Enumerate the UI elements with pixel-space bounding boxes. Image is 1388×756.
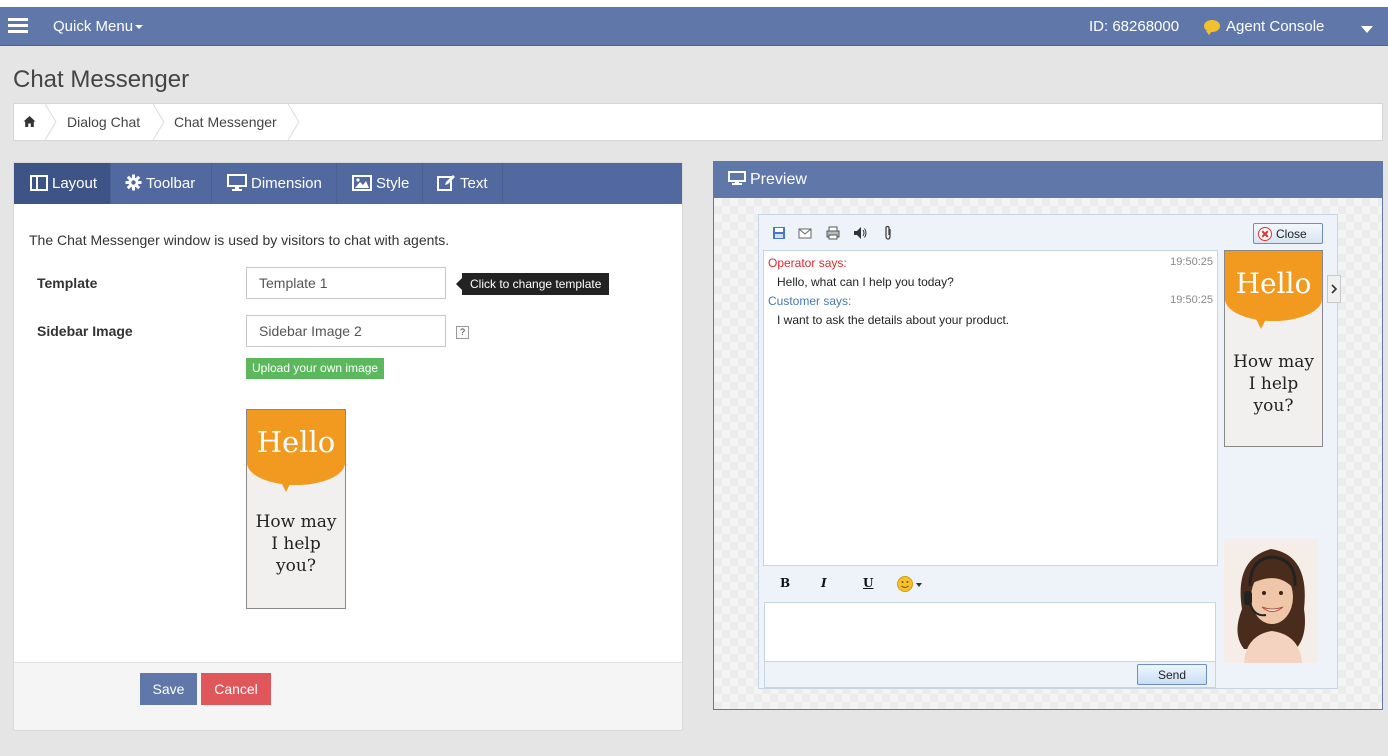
hello-line-3: you? [276,556,316,577]
operator-name: Operator says: [768,256,847,270]
preview-title: Preview [750,171,807,188]
tab-dimension-label: Dimension [251,175,322,192]
format-toolbar: B I U [763,572,1218,600]
breadcrumb-separator [45,104,57,140]
bold-button[interactable]: B [780,576,790,590]
message-time: 19:50:25 [1170,294,1213,306]
hello-line-1: How may [1233,352,1314,372]
top-strip [0,0,1388,7]
tab-toolbar[interactable]: Toolbar [111,163,212,204]
template-label: Template [37,275,98,291]
speech-tail [281,482,291,492]
message-input[interactable]: Send [764,602,1216,688]
hello-line-1: How may [255,512,337,532]
agent-avatar-icon [1224,539,1318,663]
send-button[interactable]: Send [1137,664,1207,685]
breadcrumb-separator [153,104,165,140]
template-field[interactable] [246,267,446,299]
email-icon[interactable] [797,225,813,241]
sidebar-toggle[interactable] [1327,275,1341,303]
agent-console-label: Agent Console [1226,18,1325,35]
form-footer: Save Cancel [14,662,682,730]
settings-panel: Layout Toolbar Dimension Style Text The … [13,162,683,731]
customer-message: I want to ask the details about your pro… [777,313,1010,327]
chevron-right-icon [1331,284,1338,294]
upload-image-button[interactable]: Upload your own image [246,358,385,379]
tab-dimension[interactable]: Dimension [212,163,337,204]
cancel-button[interactable]: Cancel [201,673,271,705]
form-description: The Chat Messenger window is used by vis… [29,232,450,248]
gear-icon [125,174,142,191]
edit-icon [437,175,455,191]
breadcrumb: Dialog Chat Chat Messenger [13,103,1383,141]
agent-photo [1224,539,1318,663]
page-title: Chat Messenger [13,66,190,93]
hello-title: Hello [1235,267,1312,300]
settings-tabs: Layout Toolbar Dimension Style Text [14,163,682,204]
top-navbar: Quick Menu ID: 68268000 Agent Console [0,7,1388,46]
close-chat-button[interactable]: Close [1253,223,1323,244]
tab-text[interactable]: Text [423,163,503,204]
tab-style-label: Style [376,175,410,192]
emoji-icon[interactable] [897,575,923,593]
sidebar-image-preview: Hello How may I help you? [246,409,346,609]
customer-name: Customer says: [768,294,852,308]
close-icon [1258,227,1272,241]
tab-style[interactable]: Style [337,163,423,204]
save-button[interactable]: Save [140,673,197,705]
columns-icon [30,175,48,191]
quick-menu-dropdown[interactable]: Quick Menu [53,18,144,35]
chat-messages: Operator says: 19:50:25 Hello, what can … [763,250,1218,566]
preview-header: Preview [714,162,1382,198]
chat-sidebar-image: Hello How may I help you? [1224,250,1323,447]
quick-menu-label: Quick Menu [53,18,134,35]
italic-button[interactable]: I [821,576,827,590]
hello-line-3: you? [1253,396,1294,417]
tab-toolbar-label: Toolbar [146,175,196,192]
agent-console-link[interactable]: Agent Console [1204,18,1324,35]
print-icon[interactable] [825,225,841,241]
save-icon[interactable] [771,225,787,241]
chat-bubble-icon [1204,20,1220,35]
input-footer: Send [765,661,1215,687]
preview-canvas: Close Operator says: 19:50:25 Hello, wha… [714,198,1382,709]
breadcrumb-chat-messenger: Chat Messenger [174,114,277,130]
hello-line-2: I help [1248,374,1299,395]
caret-down-icon [135,25,144,30]
message-time: 19:50:25 [1170,256,1213,268]
sidebar-image-field[interactable] [246,315,446,347]
preview-panel: Preview Close Operator says: 19:50:25 He… [713,161,1383,710]
breadcrumb-separator [288,104,300,140]
sidebar-image-label: Sidebar Image [37,323,133,339]
template-tooltip: Click to change template [455,273,610,295]
attach-icon[interactable] [880,225,896,241]
operator-message: Hello, what can I help you today? [777,275,954,289]
hello-title: Hello [256,425,336,459]
speech-tail [1256,319,1266,329]
image-icon [352,175,372,191]
underline-button[interactable]: U [863,576,873,590]
close-label: Close [1276,226,1307,241]
hello-body: How may I help you? [247,511,345,577]
tab-text-label: Text [460,175,488,192]
tab-layout-label: Layout [52,175,98,192]
help-icon[interactable]: ? [456,326,469,339]
hamburger-menu-icon[interactable] [8,18,28,34]
sound-icon[interactable] [852,225,868,241]
user-dropdown-icon[interactable] [1361,26,1373,33]
monitor-icon [227,174,247,191]
account-id: ID: 68268000 [1089,18,1180,35]
monitor-icon [728,171,746,185]
chat-window: Close Operator says: 19:50:25 Hello, wha… [758,214,1341,689]
hello-body: How may I help you? [1225,351,1322,417]
breadcrumb-dialog-chat[interactable]: Dialog Chat [67,104,140,140]
tab-layout[interactable]: Layout [14,163,111,204]
hello-line-2: I help [271,534,321,555]
home-icon[interactable] [23,115,36,128]
